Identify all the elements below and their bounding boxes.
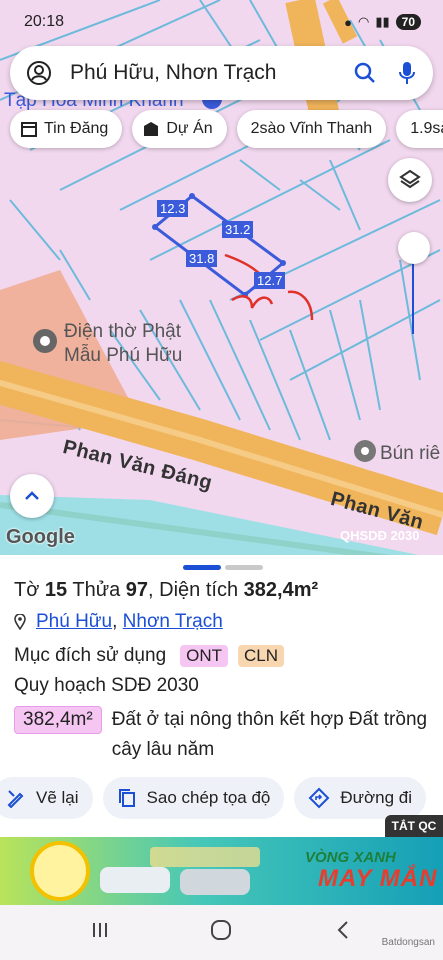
location-icon: ●	[344, 14, 352, 30]
action-label: Đường đi	[340, 788, 413, 807]
district-link[interactable]: Nhơn Trạch	[123, 611, 223, 632]
land-use-purpose: Mục đích sử dụng ONT CLN	[14, 645, 285, 667]
chip-label: Tin Đăng	[44, 120, 109, 137]
home-icon[interactable]	[208, 917, 234, 948]
temple-label-line2[interactable]: Mẫu Phú Hữu	[64, 345, 182, 367]
redraw-icon	[7, 790, 24, 808]
ward-link[interactable]: Phú Hữu	[36, 611, 112, 632]
directions-icon	[308, 787, 330, 809]
dimension-label: 31.2	[222, 221, 254, 238]
expand-up-button[interactable]	[10, 474, 54, 518]
dimension-label: 12.7	[254, 272, 286, 289]
plan-label: Quy hoạch SDĐ 2030	[14, 675, 199, 696]
account-icon[interactable]	[26, 60, 52, 86]
area-value: 382,4m²	[243, 579, 319, 601]
temple-label[interactable]: Điện thờ Phật	[64, 321, 181, 343]
plan-area-badge: 382,4m²	[14, 706, 102, 734]
chip-du-an[interactable]: Dự Án	[132, 110, 227, 148]
close-ad-button[interactable]: TẮT QC	[385, 815, 443, 837]
back-icon[interactable]	[332, 919, 354, 946]
layers-button[interactable]	[388, 158, 432, 202]
battery-indicator: 70	[395, 14, 421, 30]
layer-code-label: QHSDĐ 2030	[340, 528, 420, 543]
tag-ont: ONT	[180, 645, 229, 667]
google-logo: Google	[6, 526, 75, 548]
plan-description: Đất ở tại nông thôn kết hợp Đất trồng câ…	[111, 709, 428, 760]
ad-headline: VÒNG XANH	[305, 849, 396, 866]
mic-icon[interactable]	[397, 60, 417, 86]
location-separator: ,	[112, 611, 118, 632]
search-icon[interactable]	[353, 61, 377, 85]
plan-area-row: 382,4m² Đất ở tại nông thôn kết hợp Đất …	[14, 706, 434, 765]
layers-icon	[399, 169, 421, 189]
action-buttons: Vẽ lại Sao chép tọa độ Đường đi	[0, 777, 427, 819]
action-label: Vẽ lại	[36, 788, 79, 807]
copy-coords-button[interactable]: Sao chép tọa độ	[102, 777, 285, 819]
action-label: Sao chép tọa độ	[146, 788, 271, 807]
title-prefix: Tờ	[14, 579, 40, 601]
system-nav-bar: Batdongsan	[0, 905, 443, 960]
location-pin-icon	[14, 614, 26, 630]
search-bar[interactable]: Phú Hữu, Nhơn Trạch	[10, 46, 433, 100]
wifi-icon: ◠	[357, 14, 370, 29]
chip-label: 2sào Vĩnh Thanh	[250, 120, 373, 137]
recent-apps-icon[interactable]	[89, 919, 111, 946]
opacity-slider-knob[interactable]	[398, 232, 430, 264]
calendar-icon	[21, 122, 37, 137]
chip-label: 1.9sà	[410, 120, 443, 137]
status-time: 20:18	[24, 13, 65, 30]
watermark: Batdongsan	[381, 937, 435, 948]
copy-icon	[118, 789, 135, 807]
signal-icon: ▮▮	[375, 14, 390, 29]
purpose-label: Mục đích sử dụng	[14, 645, 167, 666]
chip-more[interactable]: 1.9sà	[396, 110, 443, 148]
filter-chips: Tin Đăng Dự Án 2sào Vĩnh Thanh 1.9sà	[10, 110, 443, 148]
chevron-up-icon	[25, 491, 39, 500]
parcel-location: Phú Hữu, Nhơn Trạch	[14, 611, 223, 633]
plot-number: 97	[125, 579, 149, 601]
plot-label: Thửa	[72, 579, 121, 601]
dimension-label: 31.8	[186, 250, 218, 267]
parcel-info-sheet: Tờ 15 Thửa 97, Diện tích 382,4m² Phú Hữu…	[0, 555, 443, 835]
parcel-title: Tờ 15 Thửa 97, Diện tích 382,4m²	[14, 579, 318, 602]
ad-banner[interactable]: VÒNG XANH MAY MẮN	[0, 837, 443, 905]
chip-label: Dự Án	[166, 120, 213, 137]
sheet-page-indicator[interactable]	[183, 565, 263, 570]
status-bar: 20:18 ● ◠ ▮▮ 70	[0, 0, 443, 44]
search-input[interactable]: Phú Hữu, Nhơn Trạch	[70, 61, 353, 85]
directions-button[interactable]: Đường đi	[294, 777, 427, 819]
building-icon	[144, 122, 159, 136]
dimension-label: 12.3	[157, 200, 189, 217]
poi-label-right[interactable]: Bún riê	[380, 443, 440, 465]
sheet-number: 15	[44, 579, 68, 601]
redraw-button[interactable]: Vẽ lại	[0, 777, 93, 819]
chip-vinh-thanh[interactable]: 2sào Vĩnh Thanh	[236, 110, 387, 148]
chip-tin-dang[interactable]: Tin Đăng	[10, 110, 123, 148]
ad-subheadline: MAY MẮN	[318, 865, 438, 892]
tag-cln: CLN	[238, 645, 285, 667]
area-label: , Diện tích	[148, 579, 239, 601]
